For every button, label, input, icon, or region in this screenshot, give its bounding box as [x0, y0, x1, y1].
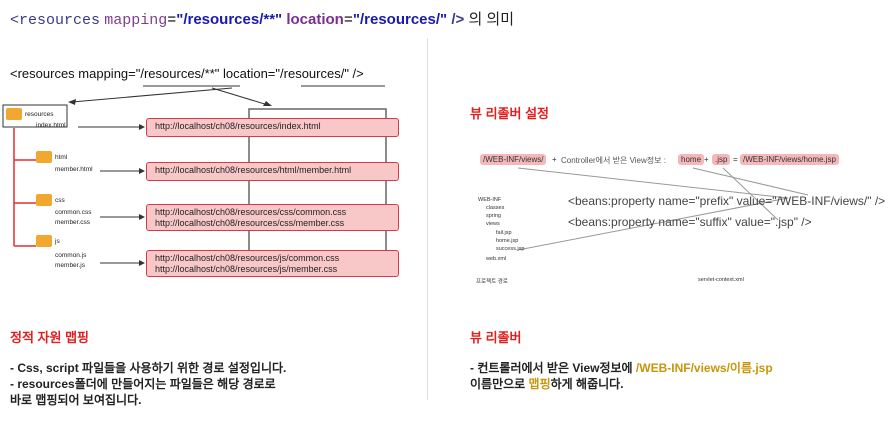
tree-root-label: resources	[25, 111, 54, 118]
desc-text: 이름만으로	[470, 377, 529, 392]
view-resolver-setting-heading: 뷰 리졸버 설정	[470, 106, 549, 121]
url-text: http://localhost/ch08/resources/js/membe…	[155, 264, 338, 275]
title-korean: 의 의미	[468, 11, 515, 28]
desc-line: - 컨트롤러에서 받은 View정보에 /WEB-INF/views/이름.js…	[470, 360, 885, 376]
project-path-caption: 프로젝트 경로	[476, 279, 508, 285]
url-text: http://localhost/ch08/resources/css/memb…	[155, 218, 345, 229]
url-box: http://localhost/ch08/resources/index.ht…	[146, 118, 399, 137]
tree-item: spring	[486, 213, 501, 219]
url-box: http://localhost/ch08/resources/html/mem…	[146, 162, 399, 181]
tree-root-file: index.html	[36, 122, 66, 129]
desc-line: - Css, script 파일들을 사용하기 위한 경로 설정입니다.	[10, 361, 287, 375]
desc-highlight: /WEB-INF/views/이름.jsp	[635, 361, 773, 375]
url-box: http://localhost/ch08/resources/css/comm…	[146, 204, 399, 231]
view-resolver-description: - 컨트롤러에서 받은 View정보에 /WEB-INF/views/이름.js…	[470, 360, 885, 392]
tree-item: web.xml	[486, 256, 507, 262]
folder-icon	[6, 108, 22, 120]
tree-file: member.css	[55, 219, 91, 226]
suffix-property: <beans:property name="suffix" value=".js…	[568, 215, 812, 229]
desc-text: - 컨트롤러에서 받은 View정보에	[470, 361, 636, 375]
desc-line: 이름만으로 맵핑하게 해줍니다.	[470, 376, 885, 392]
tree-folder-css: css	[55, 197, 65, 204]
view-resolver-diagram: /WEB-INF/views/ + Controller에서 받은 View정보…	[468, 140, 886, 290]
view-resolver-heading: 뷰 리졸버	[470, 330, 522, 345]
desc-line: - resources폴더에 만들어지는 파일들은 해당 경로로	[10, 377, 276, 392]
title-tag-close: />	[451, 11, 465, 28]
desc-line: 바로 맵핑되어 보여집니다.	[10, 393, 142, 408]
tree-file: member.html	[55, 166, 93, 173]
tree-item: fail.jsp	[496, 230, 512, 236]
tree-file: common.js	[55, 252, 87, 259]
prefix-property: <beans:property name="prefix" value="/WE…	[568, 194, 886, 208]
tree-folder-js: js	[55, 238, 60, 245]
url-text: http://localhost/ch08/resources/js/commo…	[155, 253, 340, 263]
servlet-context-caption: servlet-context.xml	[698, 277, 744, 283]
tree-item: WEB-INF	[478, 197, 502, 203]
tree-item: success.jsp	[496, 246, 525, 252]
static-resource-description: - Css, script 파일들을 사용하기 위한 경로 설정입니다. - r…	[10, 360, 420, 409]
url-text: http://localhost/ch08/resources/index.ht…	[155, 121, 321, 131]
tree-item: views	[486, 221, 500, 227]
folder-icon	[36, 194, 52, 206]
static-resource-heading: 정적 자원 맵핑	[10, 330, 89, 345]
url-box: http://localhost/ch08/resources/js/commo…	[146, 250, 399, 277]
url-text: http://localhost/ch08/resources/css/comm…	[155, 207, 347, 217]
folder-icon	[36, 151, 52, 163]
tree-file: member.js	[55, 262, 85, 269]
folder-icon	[36, 235, 52, 247]
tree-folder-html: html	[55, 154, 68, 161]
tree-item: classes	[486, 205, 505, 211]
tree-item: home.jsp	[496, 238, 519, 244]
desc-highlight: 맵핑	[528, 377, 551, 392]
desc-text: 하게 해줍니다.	[550, 377, 624, 392]
url-text: http://localhost/ch08/resources/html/mem…	[155, 165, 352, 175]
tree-file: common.css	[55, 209, 92, 216]
